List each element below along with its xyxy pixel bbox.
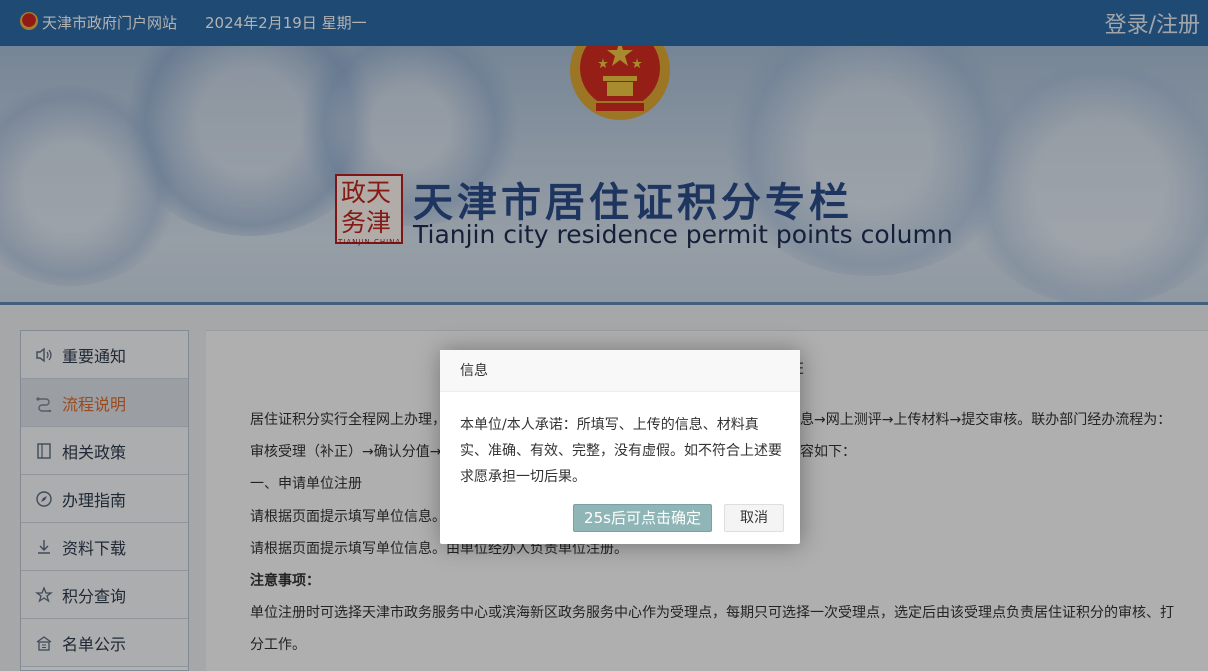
dialog-title: 信息 xyxy=(440,350,800,392)
dialog-message: 本单位/本人承诺：所填写、上传的信息、材料真实、准确、有效、完整，没有虚假。如不… xyxy=(460,417,782,485)
commitment-dialog: 信息 本单位/本人承诺：所填写、上传的信息、材料真实、准确、有效、完整，没有虚假… xyxy=(440,350,800,544)
cancel-button[interactable]: 取消 xyxy=(724,504,784,532)
confirm-button[interactable]: 25s后可点击确定 xyxy=(573,504,712,532)
modal-overlay[interactable] xyxy=(0,0,1208,671)
